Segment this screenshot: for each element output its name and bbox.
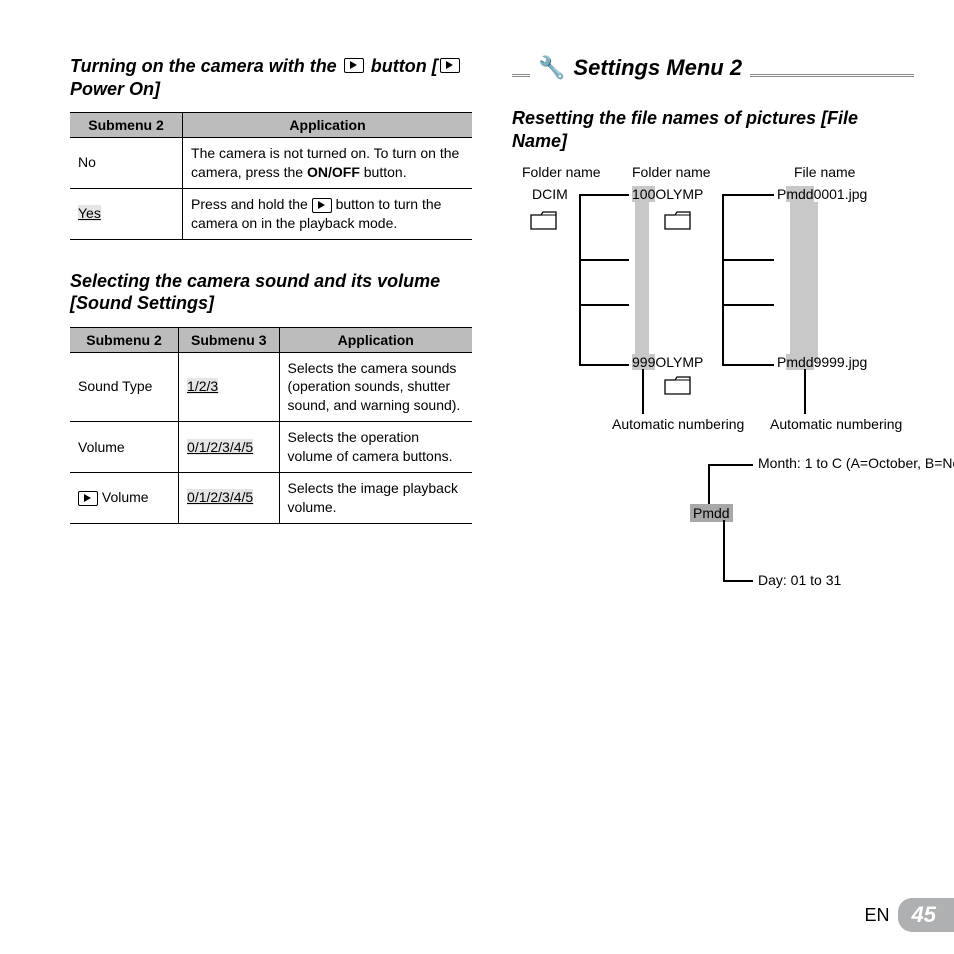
label-month: Month: 1 to C (A=October, B=November, C=… bbox=[758, 454, 908, 472]
cell-volume-desc: Selects the operation volume of camera b… bbox=[279, 422, 472, 473]
table-row: No The camera is not turned on. To turn … bbox=[70, 138, 472, 189]
tree-line bbox=[722, 194, 724, 366]
pmdd-box: Pmdd bbox=[690, 504, 733, 522]
table-row: Sound Type 1/2/3 Selects the camera soun… bbox=[70, 352, 472, 422]
heading-text-1a: Turning on the camera with the bbox=[70, 56, 342, 76]
tree-line bbox=[579, 259, 629, 261]
heading-text-1b: button [ bbox=[371, 56, 438, 76]
playback-icon bbox=[344, 58, 364, 73]
tree-line bbox=[722, 364, 774, 366]
callout-line bbox=[723, 580, 753, 582]
th-submenu3: Submenu 3 bbox=[179, 327, 280, 352]
table-power-on: Submenu 2 Application No The camera is n… bbox=[70, 112, 472, 240]
table-row: Volume 0/1/2/3/4/5 Selects the operation… bbox=[70, 422, 472, 473]
left-column: Turning on the camera with the button [ … bbox=[70, 55, 472, 924]
cell-soundtype: Sound Type bbox=[70, 352, 179, 422]
tree-line bbox=[722, 304, 774, 306]
right-column: 🔧 Settings Menu 2 Resetting the file nam… bbox=[512, 55, 914, 924]
file-name-diagram: Folder name Folder name File name DCIM 1… bbox=[512, 164, 914, 644]
label-100olymp: 100OLYMP bbox=[632, 186, 703, 202]
callout-line bbox=[723, 520, 725, 580]
folder-icon bbox=[530, 209, 558, 231]
label-pmdd0001: Pmdd0001.jpg bbox=[777, 186, 867, 202]
lang-label: EN bbox=[865, 905, 890, 926]
label-auto-numbering: Automatic numbering bbox=[770, 416, 860, 433]
cell-volume-opts: 0/1/2/3/4/5 bbox=[179, 422, 280, 473]
heading-text-1c: Power On] bbox=[70, 79, 160, 99]
cell-yes-desc: Press and hold the button to turn the ca… bbox=[183, 188, 472, 239]
callout-line bbox=[708, 464, 710, 504]
label-auto-numbering: Automatic numbering bbox=[612, 416, 702, 433]
playback-icon bbox=[78, 491, 98, 506]
cell-soundtype-desc: Selects the camera sounds (operation sou… bbox=[279, 352, 472, 422]
th-submenu2: Submenu 2 bbox=[70, 113, 183, 138]
page-number: 45 bbox=[898, 898, 954, 932]
label-dcim: DCIM bbox=[532, 186, 568, 202]
label-folder-name: Folder name bbox=[632, 164, 711, 180]
label-file-name: File name bbox=[794, 164, 855, 180]
label-pmdd9999: Pmdd9999.jpg bbox=[777, 354, 867, 370]
num-band bbox=[790, 202, 818, 362]
rule-decor bbox=[512, 74, 530, 77]
cell-soundtype-opts: 1/2/3 bbox=[179, 352, 280, 422]
heading-file-name: Resetting the file names of pictures [Fi… bbox=[512, 107, 914, 152]
callout-line bbox=[642, 369, 644, 414]
num-band bbox=[635, 202, 649, 362]
cell-no: No bbox=[70, 138, 183, 189]
rule-decor bbox=[750, 74, 914, 77]
folder-icon bbox=[664, 374, 692, 396]
menu-title: Settings Menu 2 bbox=[573, 55, 742, 81]
wrench-icon: 🔧 bbox=[538, 55, 565, 81]
tree-line bbox=[579, 304, 629, 306]
cell-yes: Yes bbox=[70, 188, 183, 239]
heading-power-on: Turning on the camera with the button [ … bbox=[70, 55, 472, 100]
playback-icon bbox=[440, 58, 460, 73]
table-sound-settings: Submenu 2 Submenu 3 Application Sound Ty… bbox=[70, 327, 472, 524]
tree-line bbox=[579, 194, 629, 196]
playback-icon bbox=[312, 198, 332, 213]
cell-playvolume-desc: Selects the image playback volume. bbox=[279, 473, 472, 524]
th-application: Application bbox=[183, 113, 472, 138]
cell-no-desc: The camera is not turned on. To turn on … bbox=[183, 138, 472, 189]
menu-heading: 🔧 Settings Menu 2 bbox=[512, 55, 914, 83]
tree-line bbox=[722, 259, 774, 261]
table-row: Volume 0/1/2/3/4/5 Selects the image pla… bbox=[70, 473, 472, 524]
callout-line bbox=[708, 464, 753, 466]
tree-line bbox=[722, 194, 774, 196]
tree-line bbox=[579, 364, 629, 366]
cell-volume: Volume bbox=[70, 422, 179, 473]
th-application: Application bbox=[279, 327, 472, 352]
tree-line bbox=[579, 194, 581, 366]
callout-line bbox=[804, 369, 806, 414]
cell-playvolume: Volume bbox=[70, 473, 179, 524]
table-row: Yes Press and hold the button to turn th… bbox=[70, 188, 472, 239]
label-folder-name: Folder name bbox=[522, 164, 601, 180]
cell-playvolume-opts: 0/1/2/3/4/5 bbox=[179, 473, 280, 524]
folder-icon bbox=[664, 209, 692, 231]
page-footer: EN 45 bbox=[865, 898, 954, 932]
th-submenu2: Submenu 2 bbox=[70, 327, 179, 352]
label-999olymp: 999OLYMP bbox=[632, 354, 703, 370]
heading-sound-settings: Selecting the camera sound and its volum… bbox=[70, 270, 472, 315]
label-day: Day: 01 to 31 bbox=[758, 572, 841, 588]
